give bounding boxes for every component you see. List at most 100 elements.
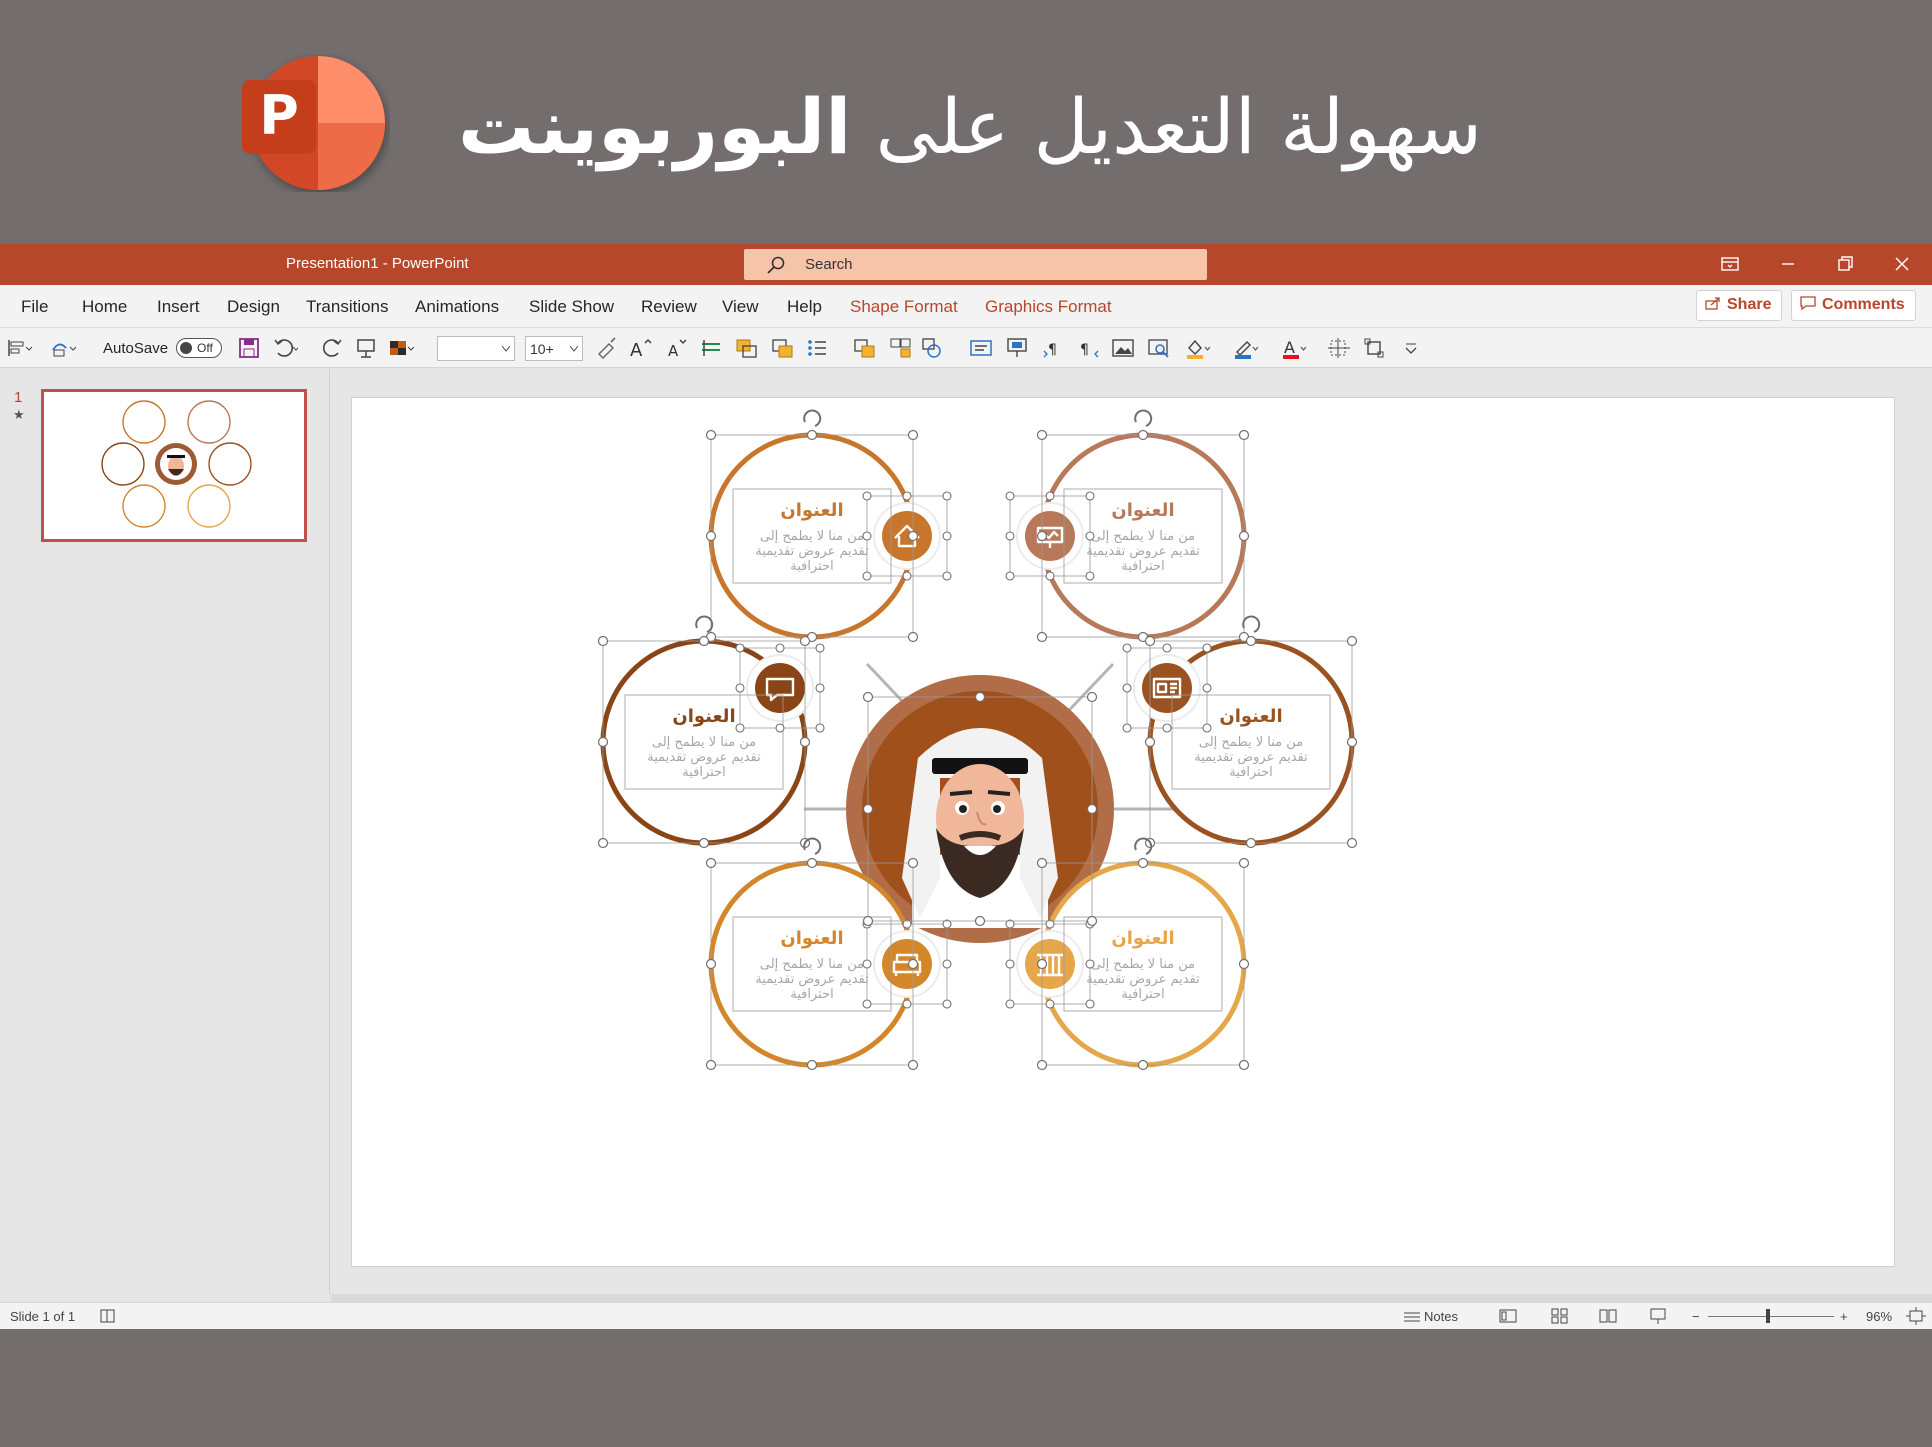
resize-handle[interactable] — [902, 491, 912, 501]
resize-handle[interactable] — [1238, 958, 1250, 970]
format-painter-icon[interactable] — [594, 336, 620, 360]
resize-handle[interactable] — [1162, 723, 1172, 733]
autosave-toggle[interactable]: Off — [176, 338, 222, 358]
resize-handle[interactable] — [1045, 571, 1055, 581]
resize-handle[interactable] — [1036, 1059, 1048, 1071]
resize-handle[interactable] — [862, 531, 872, 541]
search-box[interactable]: Search — [744, 249, 1207, 280]
resize-handle[interactable] — [815, 723, 825, 733]
circle-title[interactable]: العنوان — [1111, 500, 1174, 521]
resize-handle[interactable] — [907, 857, 919, 869]
resize-handle[interactable] — [1005, 531, 1015, 541]
comments-button[interactable]: Comments — [1791, 290, 1916, 321]
customize-toolbar-icon[interactable] — [1398, 336, 1424, 360]
notes-label[interactable]: Notes — [1424, 1309, 1458, 1324]
increase-font-icon[interactable]: A — [628, 336, 654, 360]
resize-handle[interactable] — [1137, 1059, 1149, 1071]
circle-body-line[interactable]: من منا لا يطمح إلى — [760, 529, 864, 544]
circle-body-line[interactable]: تقديم عروض تقديمية — [755, 972, 869, 987]
slideshow-view-icon[interactable] — [1648, 1307, 1668, 1325]
circle-title[interactable]: العنوان — [780, 928, 843, 949]
resize-handle[interactable] — [1005, 959, 1015, 969]
arrange-icon[interactable] — [888, 336, 914, 360]
decrease-font-icon[interactable]: A — [664, 336, 690, 360]
resize-handle[interactable] — [902, 571, 912, 581]
resize-handle[interactable] — [1245, 635, 1257, 647]
resize-handle[interactable] — [597, 736, 609, 748]
resize-handle[interactable] — [862, 959, 872, 969]
resize-handle[interactable] — [1085, 491, 1095, 501]
resize-handle[interactable] — [862, 915, 874, 927]
circle-body-line[interactable]: من منا لا يطمح إلى — [760, 957, 864, 972]
resize-handle[interactable] — [907, 958, 919, 970]
slide-canvas[interactable]: العنوان من منا لا يطمح إلى تقديم عروض تقدي… — [351, 397, 1895, 1267]
fit-to-window-icon[interactable] — [1906, 1307, 1926, 1325]
resize-handle[interactable] — [1085, 531, 1095, 541]
resize-handle[interactable] — [1162, 643, 1172, 653]
info-circle-middle-left[interactable]: العنوان من منا لا يطمح إلىتقديم عروض تقدي… — [600, 638, 814, 846]
resize-handle[interactable] — [1346, 837, 1358, 849]
rotate-handle-icon[interactable] — [1242, 615, 1261, 633]
resize-handle[interactable] — [1238, 857, 1250, 869]
ribbon-display-icon[interactable] — [1718, 252, 1742, 276]
resize-handle[interactable] — [698, 837, 710, 849]
circle-body-line[interactable]: احترافية — [682, 765, 725, 780]
resize-handle[interactable] — [1005, 491, 1015, 501]
convert-icon[interactable] — [50, 336, 76, 360]
resize-handle[interactable] — [705, 530, 717, 542]
resize-handle[interactable] — [907, 631, 919, 643]
resize-handle[interactable] — [1202, 683, 1212, 693]
resize-handle[interactable] — [1202, 643, 1212, 653]
text-direction-icon[interactable] — [698, 336, 724, 360]
resize-handle[interactable] — [1036, 857, 1048, 869]
circle-body-line[interactable]: احترافية — [790, 987, 833, 1002]
home-icon[interactable] — [873, 502, 941, 570]
resize-handle[interactable] — [1086, 915, 1098, 927]
zoom-in-icon[interactable]: + — [1840, 1309, 1848, 1324]
circle-body-line[interactable]: احترافية — [1121, 559, 1164, 574]
zoom-out-icon[interactable]: − — [1692, 1309, 1700, 1324]
start-from-beginning-icon[interactable] — [354, 336, 380, 360]
minimize-icon[interactable] — [1776, 252, 1800, 276]
resize-handle[interactable] — [735, 683, 745, 693]
ltr-paragraph-icon[interactable]: ¶ — [1042, 336, 1068, 360]
resize-handle[interactable] — [698, 635, 710, 647]
resize-handle[interactable] — [1122, 643, 1132, 653]
resize-handle[interactable] — [1045, 999, 1055, 1009]
accessibility-icon[interactable] — [98, 1307, 118, 1325]
id-card-icon[interactable] — [1133, 654, 1201, 722]
present-icon[interactable] — [1004, 336, 1030, 360]
circle-body-line[interactable]: تقديم عروض تقديمية — [1086, 972, 1200, 987]
tab-slide-show[interactable]: Slide Show — [529, 297, 614, 317]
resize-handle[interactable] — [1036, 958, 1048, 970]
slide-thumbnail[interactable] — [41, 389, 307, 542]
resize-handle[interactable] — [862, 691, 874, 703]
font-name-combo[interactable] — [437, 336, 515, 361]
rtl-paragraph-icon[interactable]: ¶ — [1076, 336, 1102, 360]
resize-handle[interactable] — [705, 958, 717, 970]
horizontal-scrollbar[interactable] — [331, 1294, 1932, 1302]
rotate-handle-icon[interactable] — [803, 409, 822, 427]
resize-handle[interactable] — [942, 571, 952, 581]
resize-handle[interactable] — [907, 429, 919, 441]
resize-handle[interactable] — [705, 857, 717, 869]
theme-colors-icon[interactable] — [388, 336, 414, 360]
resize-handle[interactable] — [735, 643, 745, 653]
resize-handle[interactable] — [907, 1059, 919, 1071]
share-button[interactable]: Share — [1696, 290, 1783, 321]
resize-handle[interactable] — [1238, 1059, 1250, 1071]
presentation-icon[interactable] — [1016, 502, 1084, 570]
tab-review[interactable]: Review — [641, 297, 697, 317]
picture-icon[interactable] — [1110, 336, 1136, 360]
circle-title[interactable]: العنوان — [1219, 706, 1282, 727]
circle-body-line[interactable]: تقديم عروض تقديمية — [647, 750, 761, 765]
tab-view[interactable]: View — [722, 297, 759, 317]
shapes-icon[interactable] — [920, 336, 946, 360]
circle-body-line[interactable]: تقديم عروض تقديمية — [1194, 750, 1308, 765]
send-backward-icon[interactable] — [770, 336, 796, 360]
resize-handle[interactable] — [1086, 803, 1098, 815]
resize-handle[interactable] — [799, 635, 811, 647]
tab-shape-format[interactable]: Shape Format — [850, 297, 958, 317]
resize-handle[interactable] — [775, 723, 785, 733]
resize-handle[interactable] — [1137, 857, 1149, 869]
